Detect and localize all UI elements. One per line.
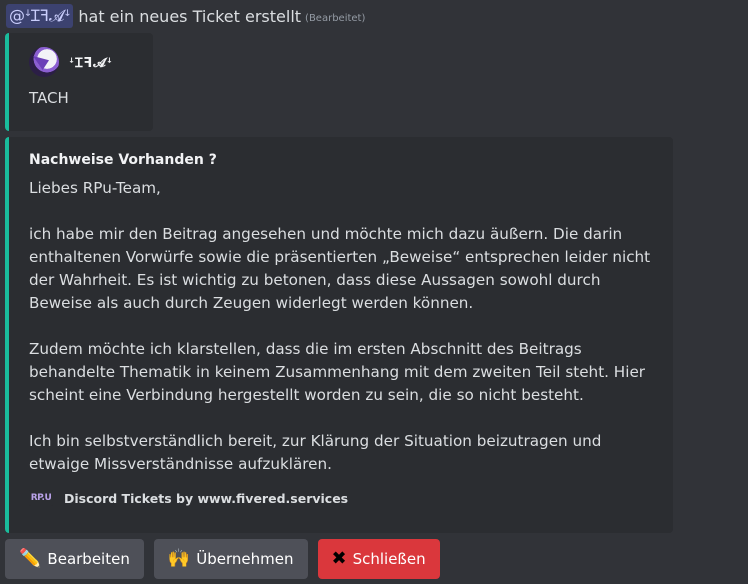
ticket-embed: Nachweise Vorhanden ? Liebes RPu-Team, i… — [5, 137, 673, 533]
header-text: hat ein neues Ticket erstellt — [78, 6, 302, 26]
footer-text: Discord Tickets by www.fivered.services — [64, 490, 349, 506]
embed-paragraph-1: ich habe mir den Beitrag angesehen und m… — [29, 225, 651, 312]
footer-logo-icon: RP.U — [29, 490, 53, 506]
embed-author: ꜜꞮꟻ𝓐ꜜ — [29, 47, 113, 77]
close-icon: ✖ — [331, 548, 347, 569]
embed-paragraph-3: Ich bin selbstverständlich bereit, zur K… — [29, 432, 602, 473]
embed-footer: RP.U Discord Tickets by www.fivered.serv… — [29, 490, 348, 506]
message-header: @ꜜꞮꟻ𝓐ꜜ hat ein neues Ticket erstellt (Be… — [6, 4, 365, 28]
author-embed: ꜜꞮꟻ𝓐ꜜ TACH — [5, 33, 153, 131]
embed-content: TACH — [29, 89, 69, 107]
embed-greeting: Liebes RPu-Team, — [29, 179, 161, 197]
embed-body: Liebes RPu-Team, ich habe mir den Beitra… — [29, 177, 659, 476]
close-button-label: Schließen — [352, 550, 426, 568]
claim-button-label: Übernehmen — [196, 550, 294, 568]
embed-title: Nachweise Vorhanden ? — [29, 152, 217, 168]
raised-hands-icon: 🙌 — [167, 548, 191, 569]
close-ticket-button[interactable]: ✖ Schließen — [317, 539, 440, 579]
user-mention[interactable]: @ꜜꞮꟻ𝓐ꜜ — [6, 4, 74, 28]
edit-button-label: Bearbeiten — [47, 550, 130, 568]
avatar[interactable] — [29, 47, 59, 77]
embed-paragraph-2: Zudem möchte ich klarstellen, dass die i… — [29, 340, 646, 404]
pencil-icon: ✏️ — [19, 548, 42, 569]
claim-button[interactable]: 🙌 Übernehmen — [153, 539, 308, 579]
author-name: ꜜꞮꟻ𝓐ꜜ — [69, 56, 114, 71]
action-buttons: ✏️ Bearbeiten 🙌 Übernehmen ✖ Schließen — [5, 539, 440, 579]
edited-label: (Bearbeitet) — [305, 12, 366, 24]
edit-button[interactable]: ✏️ Bearbeiten — [5, 539, 144, 579]
